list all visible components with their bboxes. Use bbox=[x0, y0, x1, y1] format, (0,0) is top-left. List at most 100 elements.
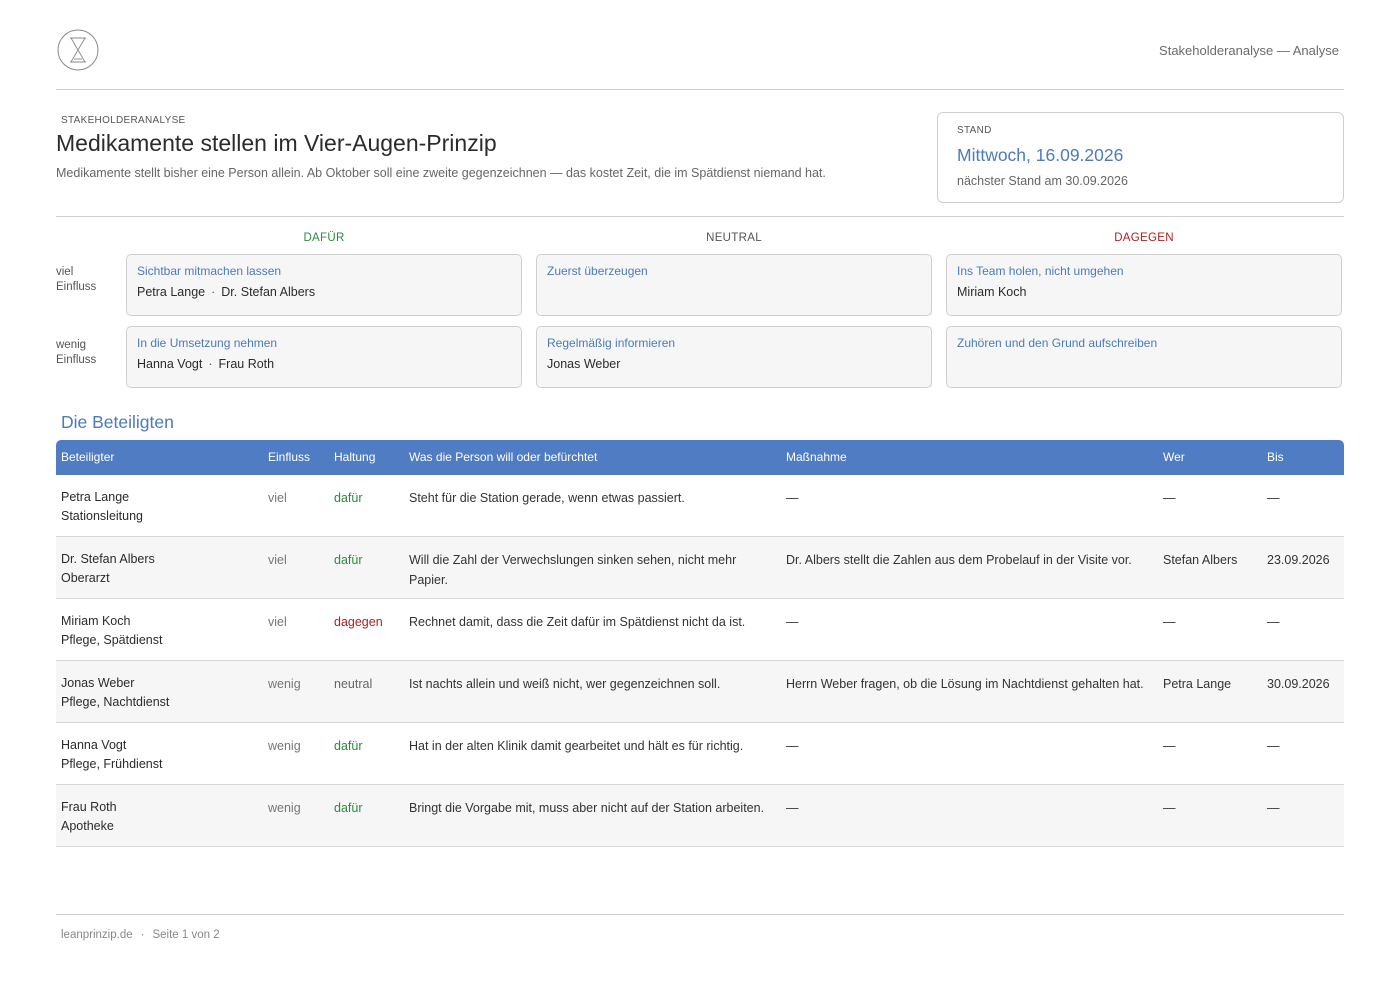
matrix-cell: Sichtbar mitmachen lassen Petra Lange · Dr… bbox=[126, 254, 522, 316]
stakeholder-name: Frau Roth bbox=[218, 357, 275, 371]
stakeholder-name: Petra Lange bbox=[137, 285, 206, 299]
stakeholder-cell: Frau Roth Apotheke bbox=[61, 798, 261, 836]
cell-massnahme: Dr. Albers stellt die Zahlen aus dem Pro… bbox=[786, 553, 1132, 567]
cell-wer: Stefan Albers bbox=[1163, 553, 1238, 567]
stakeholder-role: Apotheke bbox=[61, 819, 114, 833]
stakeholder-name: Hanna Vogt bbox=[137, 357, 203, 371]
cell-haltung: dafür bbox=[334, 801, 363, 815]
footer-separator: · bbox=[140, 929, 145, 941]
cell-einfluss: wenig bbox=[268, 677, 301, 691]
cell-wer: — bbox=[1163, 491, 1176, 505]
matrix-cell: In die Umsetzung nehmen Hanna Vogt · Frau … bbox=[126, 326, 522, 388]
stakeholder-cell: Hanna Vogt Pflege, Frühdienst bbox=[61, 736, 261, 774]
cell-names: Hanna Vogt · Frau Roth bbox=[137, 357, 274, 371]
column-header-massnahme: Maßnahme bbox=[786, 450, 847, 464]
stakeholder-name: Jonas Weber bbox=[61, 676, 135, 690]
cell-einfluss: viel bbox=[268, 615, 287, 629]
stakeholder-name: Miriam Koch bbox=[61, 614, 131, 628]
cell-was: Rechnet damit, dass die Zeit dafür im Sp… bbox=[409, 615, 746, 629]
stakeholder-role: Pflege, Spätdienst bbox=[61, 633, 163, 647]
stakeholder-cell: Miriam Koch Pflege, Spätdienst bbox=[61, 612, 261, 650]
status-box: STAND Mittwoch, 16.09.2026 nächster Stan… bbox=[937, 112, 1344, 203]
cell-names: Jonas Weber bbox=[547, 357, 620, 371]
cell-was: Bringt die Vorgabe mit, muss aber nicht … bbox=[409, 801, 765, 815]
eyebrow-label: STAKEHOLDERANALYSE bbox=[61, 115, 186, 126]
next-status-date: nächster Stand am 30.09.2026 bbox=[957, 174, 1128, 188]
page-title: Medikamente stellen im Vier-Augen-Prinzi… bbox=[56, 130, 497, 156]
cell-bis: — bbox=[1267, 739, 1280, 753]
name-separator: · bbox=[211, 285, 216, 299]
cell-strategy: In die Umsetzung nehmen bbox=[137, 336, 278, 350]
cell-was: Ist nachts allein und weiß nicht, wer ge… bbox=[409, 677, 721, 691]
row-label-line-1: viel bbox=[56, 266, 74, 278]
column-header-wer: Wer bbox=[1163, 450, 1185, 464]
cell-names: Miriam Koch bbox=[957, 285, 1026, 299]
column-header-bis: Bis bbox=[1267, 450, 1284, 464]
cell-massnahme: — bbox=[786, 491, 799, 505]
cell-massnahme: — bbox=[786, 801, 799, 815]
stakeholder-name: Dr. Stefan Albers bbox=[61, 552, 155, 566]
column-header-haltung: Haltung bbox=[334, 450, 376, 464]
stakeholder-name: Hanna Vogt bbox=[61, 738, 127, 752]
column-header-einfluss: Einfluss bbox=[268, 450, 311, 464]
cell-strategy: Ins Team holen, nicht umgehen bbox=[957, 264, 1124, 278]
divider bbox=[56, 216, 1344, 217]
table-header: Beteiligter Einfluss Haltung Was die Per… bbox=[56, 440, 1344, 475]
section-title: Die Beteiligten bbox=[61, 412, 174, 432]
matrix-column-neutral: NEUTRAL bbox=[706, 232, 762, 244]
matrix-row-label-wenig: wenig Einfluss bbox=[56, 338, 116, 368]
stakeholder-name: Jonas Weber bbox=[547, 357, 621, 371]
name-separator: · bbox=[208, 357, 213, 371]
stakeholder-name: Frau Roth bbox=[61, 800, 117, 814]
cell-massnahme: — bbox=[786, 739, 799, 753]
cell-wer: Petra Lange bbox=[1163, 677, 1232, 691]
matrix-column-dafuer: DAFÜR bbox=[303, 232, 345, 244]
matrix-cell: Zuhören und den Grund aufschreiben bbox=[946, 326, 1342, 388]
matrix-cell: Regelmäßig informieren Jonas Weber bbox=[536, 326, 932, 388]
table-row: Miriam Koch Pflege, Spätdienst viel dagegen… bbox=[56, 599, 1344, 661]
cell-haltung: dagegen bbox=[334, 615, 383, 629]
status-date: Mittwoch, 16.09.2026 bbox=[957, 145, 1124, 165]
stakeholder-name: Dr. Stefan Albers bbox=[221, 285, 316, 299]
cell-strategy: Zuerst überzeugen bbox=[547, 264, 648, 278]
cell-bis: 30.09.2026 bbox=[1267, 677, 1330, 691]
cell-names: Petra Lange · Dr. Stefan Albers bbox=[137, 285, 315, 299]
matrix-column-dagegen: DAGEGEN bbox=[1114, 232, 1174, 244]
page: Stakeholderanalyse — Analyse STAKEHOLDER… bbox=[56, 0, 1344, 990]
cell-wer: — bbox=[1163, 801, 1176, 815]
footer-divider bbox=[56, 914, 1344, 915]
cell-was: Steht für die Station gerade, wenn etwas… bbox=[409, 491, 685, 505]
page-subtitle: Medikamente stellt bisher eine Person al… bbox=[56, 166, 826, 180]
status-label: STAND bbox=[957, 125, 992, 136]
footer-site: leanprinzip.de bbox=[61, 929, 133, 941]
cell-bis: 23.09.2026 bbox=[1267, 553, 1330, 567]
stakeholder-role: Pflege, Frühdienst bbox=[61, 757, 163, 771]
cell-einfluss: viel bbox=[268, 553, 287, 567]
column-header-beteiligter: Beteiligter bbox=[61, 450, 115, 464]
cell-einfluss: viel bbox=[268, 491, 287, 505]
table-row: Hanna Vogt Pflege, Frühdienst wenig dafür Ha… bbox=[56, 723, 1344, 785]
stakeholder-role: Oberarzt bbox=[61, 571, 110, 585]
stakeholder-role: Stationsleitung bbox=[61, 509, 144, 523]
cell-haltung: neutral bbox=[334, 677, 373, 691]
table-row: Petra Lange Stationsleitung viel dafür Steht… bbox=[56, 475, 1344, 537]
cell-was: Will die Zahl der Verwechslungen sinken … bbox=[409, 553, 737, 587]
row-label-line-1: wenig bbox=[56, 339, 87, 351]
cell-haltung: dafür bbox=[334, 491, 363, 505]
cell-massnahme: Herrn Weber fragen, ob die Lösung im Nac… bbox=[786, 677, 1144, 691]
footer: leanprinzip.de · Seite 1 von 2 bbox=[61, 929, 220, 941]
cell-strategy: Regelmäßig informieren bbox=[547, 336, 676, 350]
cell-wer: — bbox=[1163, 615, 1176, 629]
document-label: Stakeholderanalyse — Analyse bbox=[1159, 43, 1339, 58]
stakeholder-role: Pflege, Nachtdienst bbox=[61, 695, 170, 709]
row-label-line-2: Einfluss bbox=[56, 281, 97, 293]
stakeholder-cell: Petra Lange Stationsleitung bbox=[61, 488, 261, 526]
stakeholder-name: Miriam Koch bbox=[957, 285, 1027, 299]
stakeholder-cell: Jonas Weber Pflege, Nachtdienst bbox=[61, 674, 261, 712]
cell-einfluss: wenig bbox=[268, 801, 301, 815]
matrix-row-label-viel: viel Einfluss bbox=[56, 265, 116, 295]
matrix-cell: Zuerst überzeugen bbox=[536, 254, 932, 316]
table-row: Dr. Stefan Albers Oberarzt viel dafür Will d… bbox=[56, 537, 1344, 599]
cell-bis: — bbox=[1267, 801, 1280, 815]
table-row: Jonas Weber Pflege, Nachtdienst wenig neutr… bbox=[56, 661, 1344, 723]
